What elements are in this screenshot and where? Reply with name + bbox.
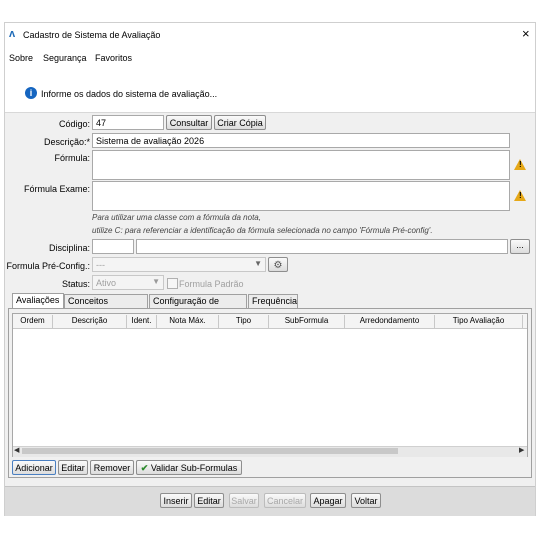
status-value: Ativo (96, 278, 117, 288)
chevron-down-icon: ▼ (152, 277, 160, 286)
descricao-label: Descrição:* (43, 137, 90, 147)
col-tipo-avaliacao[interactable]: Tipo Avaliação (435, 315, 523, 328)
menu-favoritos[interactable]: Favoritos (95, 53, 132, 63)
codigo-label: Código: (58, 119, 90, 129)
disciplina-label: Disciplina: (48, 243, 90, 253)
scroll-left-icon[interactable]: ◀ (14, 446, 19, 454)
formula-exame-label: Fórmula Exame: (23, 184, 90, 194)
scrollbar-thumb[interactable] (22, 448, 398, 454)
inserir-button[interactable]: Inserir (160, 493, 192, 508)
disciplina-code-input[interactable] (92, 239, 134, 254)
descricao-input[interactable]: Sistema de avaliação 2026 (92, 133, 510, 148)
col-descricao[interactable]: Descrição (53, 315, 127, 328)
title-bar: ʌ Cadastro de Sistema de Avaliação × (4, 22, 536, 46)
gear-icon: ⚙ (273, 260, 283, 271)
menu-seguranca[interactable]: Segurança (43, 53, 87, 63)
col-arredondamento[interactable]: Arredondamento (345, 315, 435, 328)
disciplina-search-button[interactable]: ... (510, 239, 530, 254)
banner-message: Informe os dados do sistema de avaliação… (41, 89, 218, 99)
formula-input[interactable] (92, 150, 510, 180)
consultar-button[interactable]: Consultar (166, 115, 212, 130)
col-ordem[interactable]: Ordem (13, 315, 53, 328)
apagar-button[interactable]: Apagar (310, 493, 346, 508)
app-logo-icon: ʌ (9, 28, 16, 40)
formula-padrao-checkbox[interactable] (167, 278, 178, 289)
window-title: Cadastro de Sistema de Avaliação (23, 30, 161, 40)
col-ident[interactable]: Ident. (127, 315, 157, 328)
cancelar-button[interactable]: Cancelar (264, 493, 306, 508)
formula-exame-warning-icon: ! (514, 190, 526, 201)
tab-frequencia[interactable]: Frequência (248, 294, 298, 308)
editar-button[interactable]: Editar (194, 493, 224, 508)
formula-warning-icon: ! (514, 159, 526, 170)
tab-conceitos-objetivos[interactable]: Conceitos Objetivos (64, 294, 148, 319)
info-banner: i Informe os dados do sistema de avaliaç… (5, 68, 535, 113)
disciplina-name-input[interactable] (136, 239, 508, 254)
col-tipo[interactable]: Tipo (219, 315, 269, 328)
codigo-input[interactable]: 47 (92, 115, 164, 130)
status-select[interactable]: Ativo ▼ (92, 275, 164, 290)
formula-padrao-label: Formula Padrão (179, 279, 244, 289)
formula-config-button[interactable]: ⚙ (268, 257, 288, 272)
col-subformula[interactable]: SubFormula (269, 315, 345, 328)
voltar-button[interactable]: Voltar (351, 493, 381, 508)
formula-pre-label: Formula Pré-Config.: (6, 261, 90, 271)
validar-subformulas-button[interactable]: ✔ Validar Sub-Formulas (136, 460, 242, 475)
formula-label: Fórmula: (54, 153, 90, 163)
formula-pre-select[interactable]: --- ▼ (92, 257, 266, 272)
salvar-button[interactable]: Salvar (229, 493, 259, 508)
formula-exame-input[interactable] (92, 181, 510, 211)
validar-label: Validar Sub-Formulas (150, 463, 238, 473)
status-label: Status: (61, 279, 90, 289)
check-icon: ✔ (140, 463, 149, 473)
adicionar-button[interactable]: Adicionar (12, 460, 56, 475)
formula-pre-value: --- (96, 260, 105, 270)
col-nota-max[interactable]: Nota Máx. (157, 315, 219, 328)
hint-line-1: Para utilizar uma classe com a fórmula d… (92, 213, 261, 222)
tab-avaliacoes[interactable]: Avaliações (12, 293, 64, 308)
scroll-right-icon[interactable]: ▶ (519, 446, 524, 454)
menu-bar: Sobre Segurança Favoritos (5, 46, 535, 68)
editar-grid-button[interactable]: Editar (58, 460, 88, 475)
menu-sobre[interactable]: Sobre (9, 53, 33, 63)
chevron-down-icon: ▼ (254, 259, 262, 268)
avaliacoes-grid[interactable] (12, 313, 528, 457)
hint-line-2: utilize C: para referenciar a identifica… (92, 226, 433, 235)
criar-copia-button[interactable]: Criar Cópia (214, 115, 266, 130)
remover-button[interactable]: Remover (90, 460, 134, 475)
info-icon: i (25, 87, 37, 99)
tab-configuracao-notas[interactable]: Configuração de Notas (149, 294, 247, 319)
close-icon[interactable]: × (522, 26, 530, 41)
